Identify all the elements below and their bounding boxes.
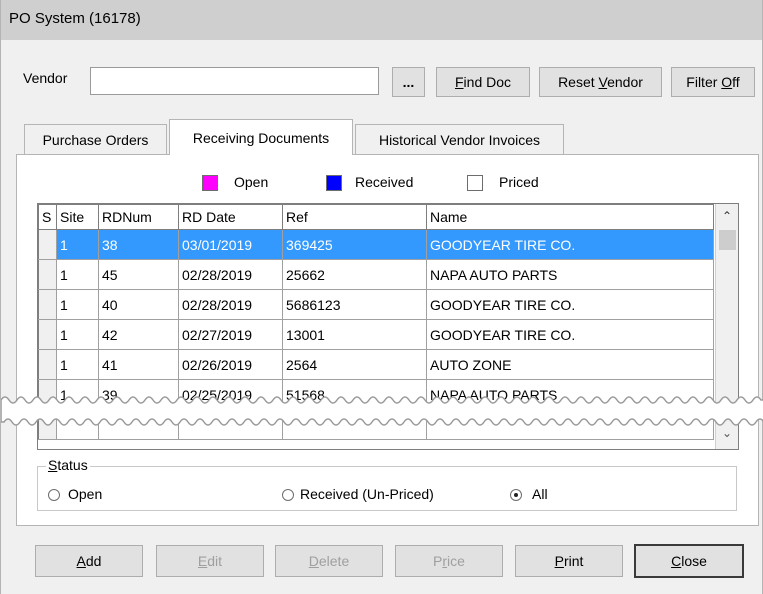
print-button[interactable]: Print [515, 545, 623, 577]
column-header-rd-date[interactable]: RD Date [178, 204, 283, 230]
table-row[interactable]: 1 45 02/28/2019 25662 NAPA AUTO PARTS [38, 259, 714, 290]
column-header-s[interactable]: S [38, 204, 57, 230]
column-header-name[interactable]: Name [426, 204, 714, 230]
cell-site: 1 [56, 289, 99, 320]
add-button[interactable]: Add [35, 545, 143, 577]
row-status-cell[interactable] [38, 229, 57, 260]
cell-site: 1 [56, 229, 99, 260]
close-label-key: C [671, 553, 682, 569]
cell-ref: 13001 [282, 319, 427, 350]
add-label-post: dd [85, 553, 102, 569]
cell-rd-date: 02/27/2019 [178, 319, 283, 350]
status-received-unpriced-radio[interactable] [282, 489, 294, 501]
grid-header-row: S Site RDNum RD Date Ref Name [38, 204, 714, 230]
find-doc-label-key: F [454, 74, 464, 90]
tab-historical-vendor-invoices[interactable]: Historical Vendor Invoices [355, 124, 564, 154]
table-row[interactable]: 1 38 03/01/2019 369425 GOODYEAR TIRE CO. [38, 229, 714, 260]
cell-rdnum: 40 [98, 289, 179, 320]
filter-off-label-key: O [721, 74, 733, 90]
status-open-radio[interactable] [48, 489, 60, 501]
edit-label-key: E [197, 553, 208, 569]
cell-name: GOODYEAR TIRE CO. [426, 229, 714, 260]
received-color-swatch [326, 175, 342, 191]
browse-vendor-button[interactable]: ... [392, 67, 425, 97]
row-status-cell[interactable] [38, 289, 57, 320]
delete-label-key: D [308, 553, 319, 569]
priced-color-swatch [467, 175, 483, 191]
status-label-key: S [48, 457, 58, 473]
find-doc-label-post: ind Doc [463, 74, 512, 90]
filter-off-button[interactable]: Filter Off [671, 67, 755, 97]
print-label-post: rint [563, 553, 584, 569]
reset-vendor-label-post: endor [607, 74, 643, 90]
reset-vendor-label-key: V [598, 74, 608, 90]
status-label-post: tatus [57, 457, 88, 473]
cell-ref: 2564 [282, 349, 427, 380]
delete-label-post: elete [318, 553, 350, 569]
cell-name: GOODYEAR TIRE CO. [426, 289, 714, 320]
close-button[interactable]: Close [634, 544, 744, 578]
legend-priced-label: Priced [499, 174, 539, 190]
legend-received-label: Received [355, 174, 414, 190]
scrollbar-thumb[interactable] [719, 230, 736, 250]
window-title: PO System (16178) [9, 10, 141, 27]
reset-vendor-label-pre: Reset [558, 74, 599, 90]
print-label-key: P [554, 553, 564, 569]
scroll-up-arrow-icon[interactable]: ⌃ [722, 209, 732, 223]
legend-open-label: Open [234, 174, 269, 190]
row-status-cell[interactable] [38, 319, 57, 350]
cell-name: AUTO ZONE [426, 349, 714, 380]
price-label-post: ice [447, 553, 465, 569]
title-bar[interactable]: PO System (16178) [1, 0, 762, 40]
close-label-post: lose [681, 553, 707, 569]
cell-site: 1 [56, 259, 99, 290]
find-doc-button[interactable]: Find Doc [436, 67, 530, 97]
cell-rd-date: 03/01/2019 [178, 229, 283, 260]
cell-rd-date: 02/26/2019 [178, 349, 283, 380]
cell-name: NAPA AUTO PARTS [426, 259, 714, 290]
status-open-label[interactable]: Open [68, 486, 102, 502]
column-header-site[interactable]: Site [56, 204, 99, 230]
cell-rdnum: 38 [98, 229, 179, 260]
price-button[interactable]: Price [395, 545, 503, 577]
open-color-swatch [202, 175, 218, 191]
price-label-pre: P [433, 553, 443, 569]
table-row[interactable]: 1 40 02/28/2019 5686123 GOODYEAR TIRE CO… [38, 289, 714, 320]
tab-purchase-orders[interactable]: Purchase Orders [24, 124, 167, 154]
table-row[interactable]: 1 42 02/27/2019 13001 GOODYEAR TIRE CO. [38, 319, 714, 350]
cell-rdnum: 45 [98, 259, 179, 290]
status-group-label: Status [46, 457, 90, 473]
status-all-label[interactable]: All [532, 486, 548, 502]
torn-edge-divider [1, 396, 763, 426]
reset-vendor-button[interactable]: Reset Vendor [539, 67, 662, 97]
vendor-input[interactable] [90, 67, 379, 95]
status-received-unpriced-label[interactable]: Received (Un-Priced) [300, 486, 434, 502]
cell-ref: 369425 [282, 229, 427, 260]
cell-site: 1 [56, 349, 99, 380]
column-header-ref[interactable]: Ref [282, 204, 427, 230]
column-header-rdnum[interactable]: RDNum [98, 204, 179, 230]
status-all-radio[interactable] [510, 489, 522, 501]
edit-label-post: dit [207, 553, 223, 569]
cell-rd-date: 02/28/2019 [178, 289, 283, 320]
vendor-label: Vendor [23, 70, 68, 86]
add-label-key: A [76, 553, 86, 569]
po-system-window: PO System (16178) Vendor ... Find Doc Re… [0, 0, 763, 594]
filter-off-label-pre: Filter [686, 74, 722, 90]
cell-rd-date: 02/28/2019 [178, 259, 283, 290]
tab-receiving-documents[interactable]: Receiving Documents [169, 119, 353, 155]
table-row[interactable]: 1 41 02/26/2019 2564 AUTO ZONE [38, 349, 714, 380]
cell-name: GOODYEAR TIRE CO. [426, 319, 714, 350]
row-status-cell[interactable] [38, 349, 57, 380]
filter-off-label-post: ff [732, 74, 740, 90]
cell-rdnum: 41 [98, 349, 179, 380]
cell-ref: 25662 [282, 259, 427, 290]
delete-button[interactable]: Delete [275, 545, 383, 577]
edit-button[interactable]: Edit [156, 545, 264, 577]
cell-rdnum: 42 [98, 319, 179, 350]
cell-site: 1 [56, 319, 99, 350]
cell-ref: 5686123 [282, 289, 427, 320]
row-status-cell[interactable] [38, 259, 57, 290]
